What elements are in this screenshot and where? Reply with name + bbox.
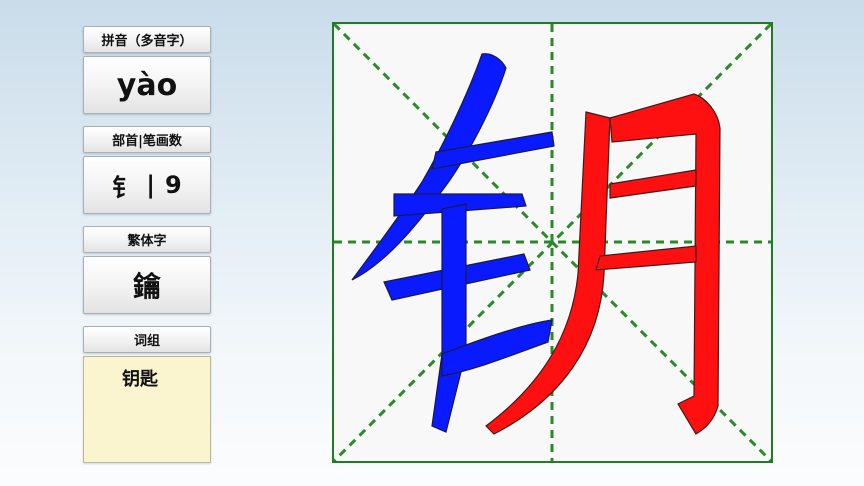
radical-header: 部首|笔画数	[83, 126, 211, 153]
radical-separator: |	[146, 171, 156, 199]
word-item: 钥匙	[122, 369, 158, 390]
words-box: 钥匙	[83, 356, 211, 463]
character-grid	[332, 22, 773, 463]
character-svg	[334, 24, 771, 461]
pinyin-header: 拼音（多音字）	[83, 26, 211, 53]
traditional-value: 鑰	[83, 256, 211, 314]
words-header: 词组	[83, 326, 211, 353]
stroke-count: 9	[165, 171, 182, 199]
radical-stroke-value: 钅 | 9	[83, 156, 211, 214]
traditional-header: 繁体字	[83, 226, 211, 253]
radical-char: 钅	[112, 173, 137, 202]
pinyin-value: yào	[83, 56, 211, 114]
